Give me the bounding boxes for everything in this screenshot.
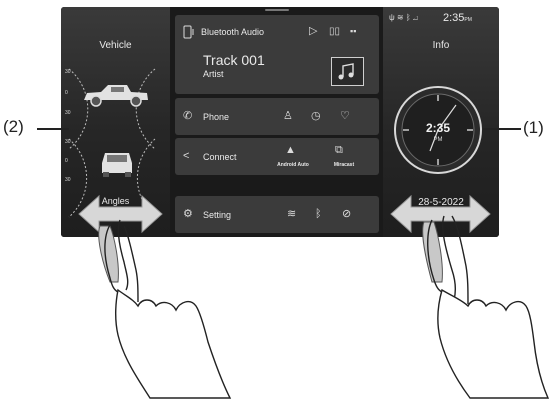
swipe-arrow-right-icon xyxy=(390,194,491,234)
left-hand-icon xyxy=(98,219,232,399)
swipe-arrow-left-icon xyxy=(78,194,163,234)
gesture-illustration xyxy=(78,194,550,399)
right-hand-icon xyxy=(422,215,550,399)
